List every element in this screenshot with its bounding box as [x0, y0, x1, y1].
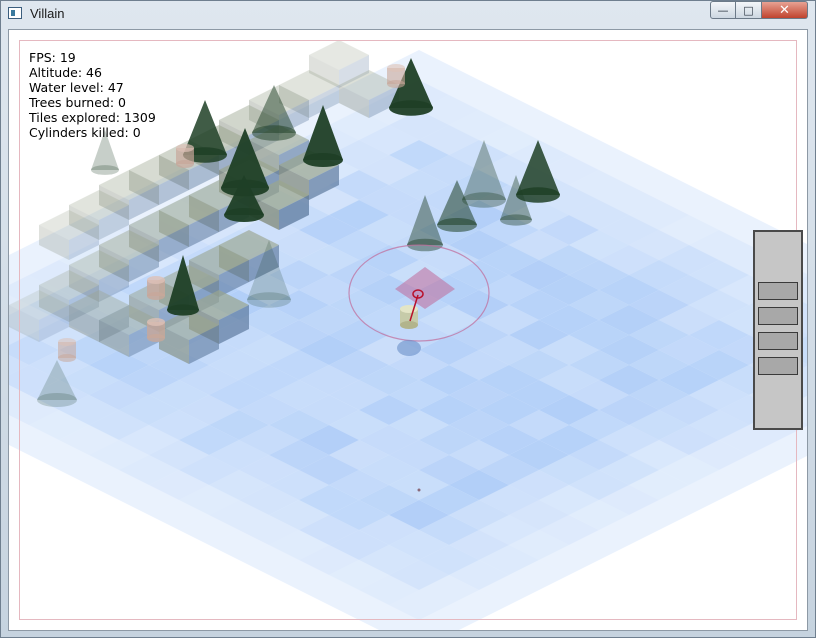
- cylinder-bottom: [147, 334, 165, 342]
- panel-slot[interactable]: [758, 282, 798, 300]
- cylinder-bottom: [176, 160, 194, 168]
- tree-base: [437, 218, 477, 232]
- hud-trees-burned: Trees burned: 0: [29, 95, 126, 110]
- tree-base: [91, 165, 119, 175]
- cylinder-top: [58, 338, 76, 346]
- cylinder-bottom: [58, 354, 76, 362]
- hud-stats: FPS: 19 Altitude: 46 Water level: 47 Tre…: [29, 50, 156, 140]
- tree-base: [37, 393, 77, 407]
- close-button[interactable]: ✕: [762, 1, 808, 19]
- tree-base: [167, 304, 199, 316]
- tree-base: [247, 292, 291, 308]
- tree-base: [389, 100, 433, 116]
- hud-tiles-explored: Tiles explored: 1309: [29, 110, 156, 125]
- tree-base: [224, 208, 264, 222]
- panel-slot[interactable]: [758, 332, 798, 350]
- panel-slot[interactable]: [758, 307, 798, 325]
- player-cylinder-bottom: [400, 321, 418, 329]
- app-icon: [8, 7, 22, 19]
- cylinder-top: [147, 276, 165, 284]
- hud-altitude: Altitude: 46: [29, 65, 102, 80]
- close-icon: ✕: [779, 2, 790, 18]
- minimize-button[interactable]: —: [710, 1, 736, 19]
- tree-base: [500, 214, 532, 226]
- minimize-icon: —: [717, 3, 729, 17]
- cylinder-bottom: [387, 80, 405, 88]
- cylinder-top: [387, 64, 405, 72]
- tree-base: [252, 125, 296, 141]
- title-bar[interactable]: Villain — □ ✕: [0, 0, 814, 28]
- game-viewport[interactable]: FPS: 19 Altitude: 46 Water level: 47 Tre…: [8, 29, 808, 631]
- maximize-button[interactable]: □: [736, 1, 762, 19]
- cylinder-bottom: [147, 292, 165, 300]
- tree-base: [303, 153, 343, 167]
- window-title: Villain: [30, 6, 65, 21]
- ground-dot: [417, 488, 421, 492]
- maximize-icon: □: [743, 3, 754, 17]
- hud-water-level: Water level: 47: [29, 80, 124, 95]
- cylinder-top: [176, 144, 194, 152]
- cylinder-top: [147, 318, 165, 326]
- hud-fps: FPS: 19: [29, 50, 76, 65]
- tree-base: [462, 192, 506, 208]
- player-shadow: [397, 340, 421, 356]
- hud-cylinders-killed: Cylinders killed: 0: [29, 125, 141, 140]
- panel-slot[interactable]: [758, 357, 798, 375]
- caption-buttons: — □ ✕: [710, 1, 808, 19]
- side-panel[interactable]: [753, 230, 803, 430]
